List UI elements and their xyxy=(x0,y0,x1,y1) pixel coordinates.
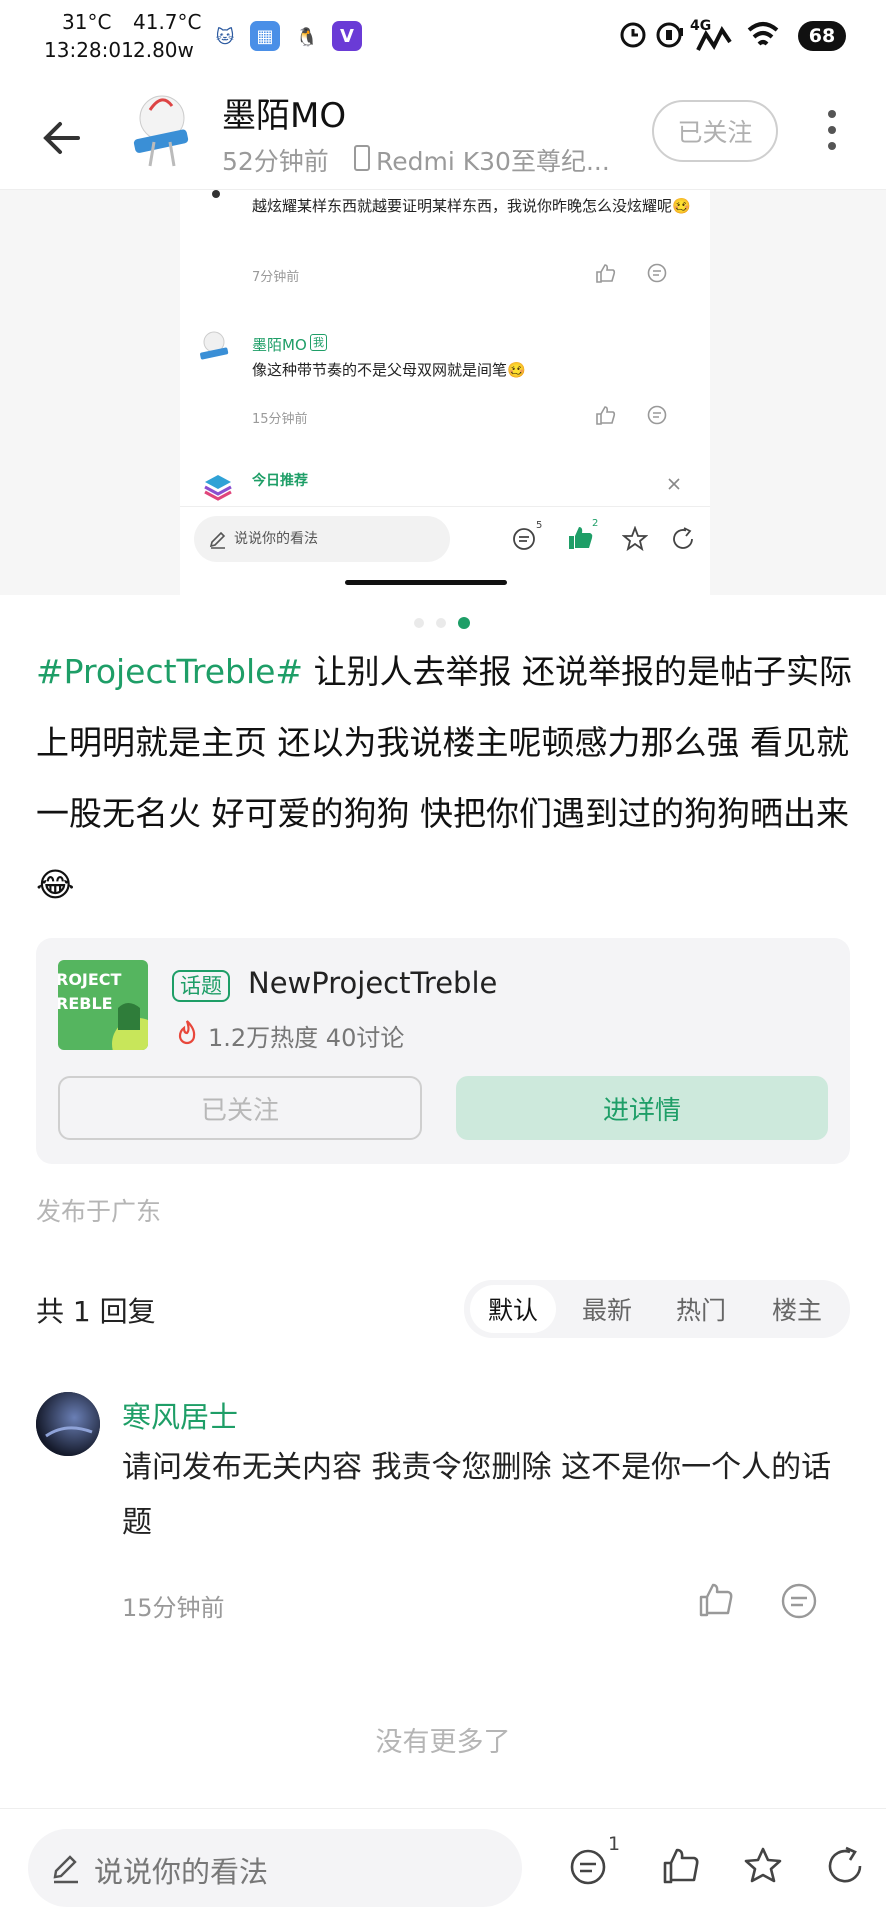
reply-text: 请问发布无关内容 我责令您删除 这不是你一个人的话题 xyxy=(122,1450,832,1540)
device-name: Redmi K30至尊纪... xyxy=(376,147,610,176)
like-icon xyxy=(596,264,616,283)
share-icon[interactable] xyxy=(824,1845,866,1887)
post-header: 墨陌MO 52分钟前 Redmi K30至尊纪... 已关注 xyxy=(0,70,886,190)
like-filled-icon xyxy=(569,527,593,549)
carousel-dot[interactable] xyxy=(436,618,446,628)
reply-count: 共 1 回复 xyxy=(36,1295,156,1328)
comment-icon xyxy=(647,405,667,425)
carousel-dot[interactable] xyxy=(414,618,424,628)
pencil-icon xyxy=(209,531,226,549)
sort-tab-default[interactable]: 默认 xyxy=(470,1285,556,1333)
topic-card[interactable]: ROJECT REBLE 话题 NewProjectTreble 1.2万热度 … xyxy=(36,938,850,1164)
topic-name[interactable]: NewProjectTreble xyxy=(248,966,497,1000)
cpu-temperature: 41.7°C xyxy=(133,10,202,34)
author-avatar[interactable] xyxy=(120,88,204,172)
fire-icon xyxy=(178,1020,196,1045)
screenshot-reply-time: 15分钟前 xyxy=(252,412,308,427)
battery-indicator: 68 xyxy=(798,21,846,51)
no-more-label: 没有更多了 xyxy=(375,1727,511,1758)
like-icon[interactable] xyxy=(660,1845,702,1887)
cat-app-icon: 🐱 xyxy=(215,26,235,48)
carousel-dot-active[interactable] xyxy=(458,617,470,629)
divider xyxy=(180,506,710,507)
like-icon xyxy=(596,406,616,425)
comment-input[interactable]: 说说你的看法 xyxy=(28,1829,522,1907)
layers-icon xyxy=(204,475,232,501)
comment-count: 1 xyxy=(608,1833,621,1855)
status-bar: 31°C 13:28:01 41.7°C 2.80w 🐱 ▦ 🐧 V 4G 68 xyxy=(0,0,886,70)
screenshot-commenter-name: 墨陌MO xyxy=(252,336,307,354)
topic-thumbnail: ROJECT REBLE xyxy=(58,960,148,1050)
screenshot-comment-input: 说说你的看法 xyxy=(194,516,450,562)
pencil-icon xyxy=(53,1855,78,1884)
screenshot-input-placeholder: 说说你的看法 xyxy=(234,531,318,547)
reply-sort-tabs: 默认 最新 热门 楼主 xyxy=(464,1280,850,1338)
comment-icon[interactable] xyxy=(780,1582,818,1620)
topic-details-button[interactable]: 进详情 xyxy=(456,1076,828,1140)
me-badge: 我 xyxy=(310,334,327,351)
temperature: 31°C xyxy=(62,10,112,34)
screenshot-reply-text: 像这种带节奏的不是父母双网就是间笔🥴 xyxy=(252,361,526,379)
comment-icon xyxy=(647,263,667,283)
v-app-icon: V xyxy=(332,21,362,51)
replier-name[interactable]: 寒风居士 xyxy=(122,1394,238,1436)
post-location: 发布于广东 xyxy=(36,1197,162,1226)
topic-stats: 1.2万热度 40讨论 xyxy=(208,1024,405,1052)
sort-tab-hot[interactable]: 热门 xyxy=(658,1285,744,1333)
phone-icon xyxy=(354,145,370,171)
author-name[interactable]: 墨陌MO xyxy=(222,88,346,137)
screenshot-like-count: 2 xyxy=(592,518,599,529)
qq-icon: 🐧 xyxy=(295,26,319,48)
back-arrow-icon[interactable] xyxy=(38,114,86,162)
follow-topic-button[interactable]: 已关注 xyxy=(58,1076,422,1140)
close-icon xyxy=(668,478,680,490)
comment-avatar xyxy=(194,328,234,368)
screenshot-comment-text: 越炫耀某样东西就越要证明某样东西，我说你昨晚怎么没炫耀呢🥴 xyxy=(252,197,691,215)
alarm-icon xyxy=(620,22,646,48)
topic-tag: 话题 xyxy=(172,970,230,1002)
star-icon[interactable] xyxy=(742,1845,784,1887)
embedded-screenshot: 越炫耀某样东西就越要证明某样东西，我说你昨晚怎么没炫耀呢🥴 7分钟前 墨陌MO … xyxy=(180,190,710,595)
post-time: 52分钟前 xyxy=(222,147,329,176)
nfc-icon xyxy=(656,22,683,48)
sort-tab-newest[interactable]: 最新 xyxy=(564,1285,650,1333)
post-image-carousel[interactable]: 越炫耀某样东西就越要证明某样东西，我说你昨晚怎么没炫耀呢🥴 7分钟前 墨陌MO … xyxy=(0,190,886,595)
carousel-dots xyxy=(410,616,480,630)
recommend-label: 今日推荐 xyxy=(252,473,308,489)
post-body: #ProjectTreble# 让别人去举报 还说举报的是帖子实际上明明就是主页… xyxy=(36,636,856,920)
clock: 13:28:01 xyxy=(44,38,134,62)
replier-avatar[interactable] xyxy=(36,1392,100,1456)
reply-time: 15分钟前 xyxy=(122,1594,225,1622)
sort-tab-op[interactable]: 楼主 xyxy=(754,1285,840,1333)
share-icon xyxy=(673,527,693,549)
signal-icon xyxy=(696,26,732,51)
power-reading: 2.80w xyxy=(133,38,194,62)
bottom-action-bar: 说说你的看法 1 xyxy=(0,1808,886,1921)
post-hashtag[interactable]: #ProjectTreble# xyxy=(36,652,303,691)
screenshot-comment-count: 5 xyxy=(536,520,543,531)
topic-thumbnail-text: ROJECT REBLE xyxy=(58,970,122,1013)
comment-input-placeholder: 说说你的看法 xyxy=(94,1855,269,1889)
wifi-icon xyxy=(747,22,779,46)
app-icon: ▦ xyxy=(250,21,280,51)
comment-icon[interactable] xyxy=(570,1847,610,1887)
screenshot-comment-time: 7分钟前 xyxy=(252,270,300,285)
comment-icon xyxy=(513,528,535,550)
reply-item: 寒风居士 请问发布无关内容 我责令您删除 这不是你一个人的话题 15分钟前 xyxy=(36,1388,850,1628)
follow-author-button[interactable]: 已关注 xyxy=(652,100,778,162)
gesture-bar xyxy=(345,580,507,585)
star-icon xyxy=(622,526,648,552)
comment-avatar-partial xyxy=(212,190,220,198)
like-icon[interactable] xyxy=(696,1580,736,1620)
more-options-icon[interactable] xyxy=(820,106,844,154)
